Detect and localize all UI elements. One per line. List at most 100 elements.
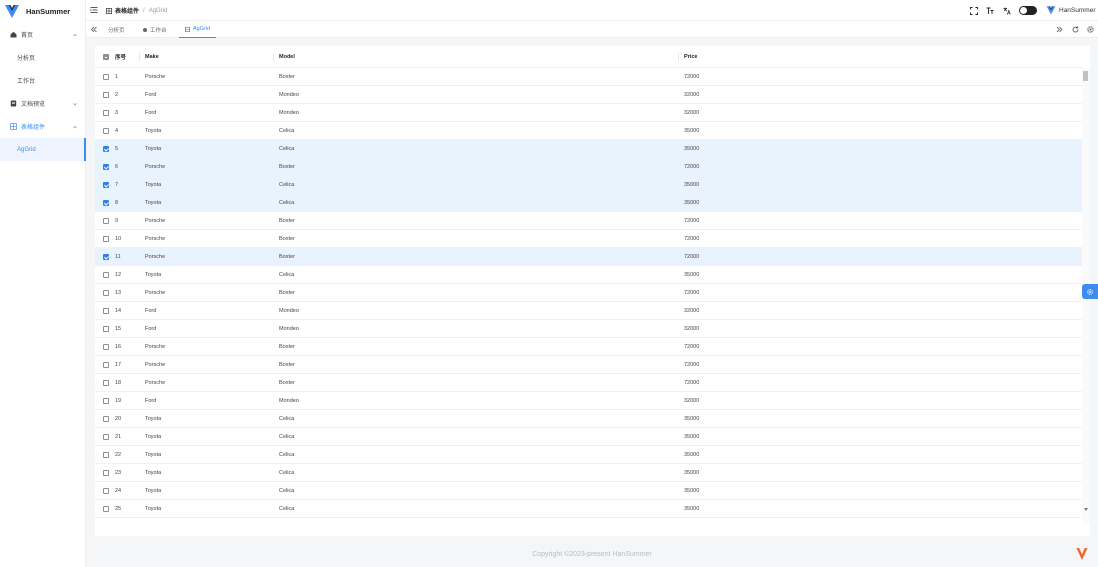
- row-select-cell[interactable]: [103, 464, 109, 482]
- row-checkbox[interactable]: [103, 488, 109, 494]
- menu-fold-icon[interactable]: [90, 6, 98, 14]
- settings-drawer-button[interactable]: [1082, 284, 1098, 299]
- sidebar-item-docs[interactable]: 文档预览: [0, 92, 86, 115]
- row-checkbox[interactable]: [103, 326, 109, 332]
- row-checkbox[interactable]: [103, 416, 109, 422]
- row-checkbox[interactable]: [103, 110, 109, 116]
- sidebar-item-analysis[interactable]: 分析页: [0, 46, 86, 69]
- table-row[interactable]: 1 Porsche Boxter 72000: [95, 68, 1082, 86]
- settings-icon[interactable]: [1086, 25, 1095, 34]
- column-header-no[interactable]: 序号: [115, 46, 126, 67]
- row-checkbox[interactable]: [103, 128, 109, 134]
- row-checkbox[interactable]: [103, 218, 109, 224]
- row-checkbox[interactable]: [103, 74, 109, 80]
- row-select-cell[interactable]: [103, 194, 109, 212]
- row-select-cell[interactable]: [103, 410, 109, 428]
- row-checkbox[interactable]: [103, 200, 109, 206]
- app-logo[interactable]: HanSummer: [4, 3, 70, 19]
- scrollbar-thumb[interactable]: [1083, 71, 1088, 81]
- table-row[interactable]: 7 Toyota Celica 35000: [95, 176, 1082, 194]
- row-checkbox[interactable]: [103, 272, 109, 278]
- row-select-cell[interactable]: [103, 140, 109, 158]
- row-select-cell[interactable]: [103, 176, 109, 194]
- row-select-cell[interactable]: [103, 248, 109, 266]
- fullscreen-icon[interactable]: [969, 6, 978, 15]
- table-row[interactable]: 11 Porsche Boxter 72000: [95, 248, 1082, 266]
- row-checkbox[interactable]: [103, 164, 109, 170]
- table-row[interactable]: 19 Ford Mondeo 32000: [95, 392, 1082, 410]
- row-checkbox[interactable]: [103, 146, 109, 152]
- row-checkbox[interactable]: [103, 380, 109, 386]
- table-row[interactable]: 15 Ford Mondeo 32000: [95, 320, 1082, 338]
- row-select-cell[interactable]: [103, 230, 109, 248]
- row-select-cell[interactable]: [103, 104, 109, 122]
- translate-icon[interactable]: [1002, 6, 1011, 15]
- tab-aggrid[interactable]: AgGrid: [179, 21, 217, 38]
- row-checkbox[interactable]: [103, 434, 109, 440]
- row-checkbox[interactable]: [103, 398, 109, 404]
- refresh-icon[interactable]: [1071, 25, 1080, 34]
- row-select-cell[interactable]: [103, 338, 109, 356]
- table-row[interactable]: 14 Ford Mondeo 32000: [95, 302, 1082, 320]
- table-row[interactable]: 5 Toyota Celica 35000: [95, 140, 1082, 158]
- row-checkbox[interactable]: [103, 182, 109, 188]
- row-select-cell[interactable]: [103, 302, 109, 320]
- row-select-cell[interactable]: [103, 428, 109, 446]
- table-row[interactable]: 17 Porsche Boxter 72000: [95, 356, 1082, 374]
- table-row[interactable]: 25 Toyota Celica 35000: [95, 500, 1082, 518]
- row-checkbox[interactable]: [103, 506, 109, 512]
- table-row[interactable]: 18 Porsche Boxter 72000: [95, 374, 1082, 392]
- row-select-cell[interactable]: [103, 320, 109, 338]
- tabs-scroll-right-icon[interactable]: [1055, 25, 1064, 34]
- column-resize-handle[interactable]: [678, 53, 679, 61]
- table-row[interactable]: 3 Ford Mondeo 32000: [95, 104, 1082, 122]
- row-checkbox[interactable]: [103, 452, 109, 458]
- table-row[interactable]: 6 Porsche Boxter 72000: [95, 158, 1082, 176]
- table-row[interactable]: 13 Porsche Boxter 72000: [95, 284, 1082, 302]
- row-select-cell[interactable]: [103, 500, 109, 518]
- select-all-checkbox[interactable]: [103, 53, 109, 60]
- row-checkbox[interactable]: [103, 92, 109, 98]
- row-select-cell[interactable]: [103, 266, 109, 284]
- row-select-cell[interactable]: [103, 374, 109, 392]
- table-row[interactable]: 23 Toyota Celica 35000: [95, 464, 1082, 482]
- table-row[interactable]: 16 Porsche Boxter 72000: [95, 338, 1082, 356]
- sidebar-item-workbench[interactable]: 工作台: [0, 69, 86, 92]
- tabs-scroll-left-icon[interactable]: [89, 25, 98, 34]
- table-row[interactable]: 2 Ford Mondeo 32000: [95, 86, 1082, 104]
- column-header-price[interactable]: Price: [684, 46, 697, 67]
- row-select-cell[interactable]: [103, 356, 109, 374]
- table-row[interactable]: 12 Toyota Celica 35000: [95, 266, 1082, 284]
- column-header-model[interactable]: Model: [279, 46, 295, 67]
- tab-workbench[interactable]: 工作台: [137, 21, 173, 38]
- row-select-cell[interactable]: [103, 212, 109, 230]
- font-size-icon[interactable]: [985, 6, 994, 15]
- header-select-all[interactable]: [103, 46, 109, 67]
- row-checkbox[interactable]: [103, 236, 109, 242]
- table-row[interactable]: 10 Porsche Boxter 72000: [95, 230, 1082, 248]
- row-select-cell[interactable]: [103, 284, 109, 302]
- table-row[interactable]: 22 Toyota Celica 35000: [95, 446, 1082, 464]
- row-checkbox[interactable]: [103, 470, 109, 476]
- row-checkbox[interactable]: [103, 362, 109, 368]
- table-row[interactable]: 21 Toyota Celica 35000: [95, 428, 1082, 446]
- row-checkbox[interactable]: [103, 344, 109, 350]
- row-checkbox[interactable]: [103, 254, 109, 260]
- table-row[interactable]: 9 Porsche Boxter 72000: [95, 212, 1082, 230]
- horizontal-scrollbar[interactable]: [95, 523, 1090, 536]
- row-select-cell[interactable]: [103, 122, 109, 140]
- row-select-cell[interactable]: [103, 158, 109, 176]
- table-row[interactable]: 24 Toyota Celica 35000: [95, 482, 1082, 500]
- table-row[interactable]: 8 Toyota Celica 35000: [95, 194, 1082, 212]
- sidebar-item-table-components[interactable]: 表格组件: [0, 115, 86, 138]
- column-resize-handle[interactable]: [139, 53, 140, 61]
- row-select-cell[interactable]: [103, 86, 109, 104]
- table-row[interactable]: 4 Toyota Celica 35000: [95, 122, 1082, 140]
- scroll-down-arrow-icon[interactable]: [1084, 508, 1088, 511]
- row-checkbox[interactable]: [103, 308, 109, 314]
- table-row[interactable]: 20 Toyota Celica 35000: [95, 410, 1082, 428]
- row-checkbox[interactable]: [103, 290, 109, 296]
- theme-toggle[interactable]: [1019, 6, 1037, 15]
- sidebar-item-aggrid[interactable]: AgGrid: [0, 138, 86, 161]
- row-select-cell[interactable]: [103, 482, 109, 500]
